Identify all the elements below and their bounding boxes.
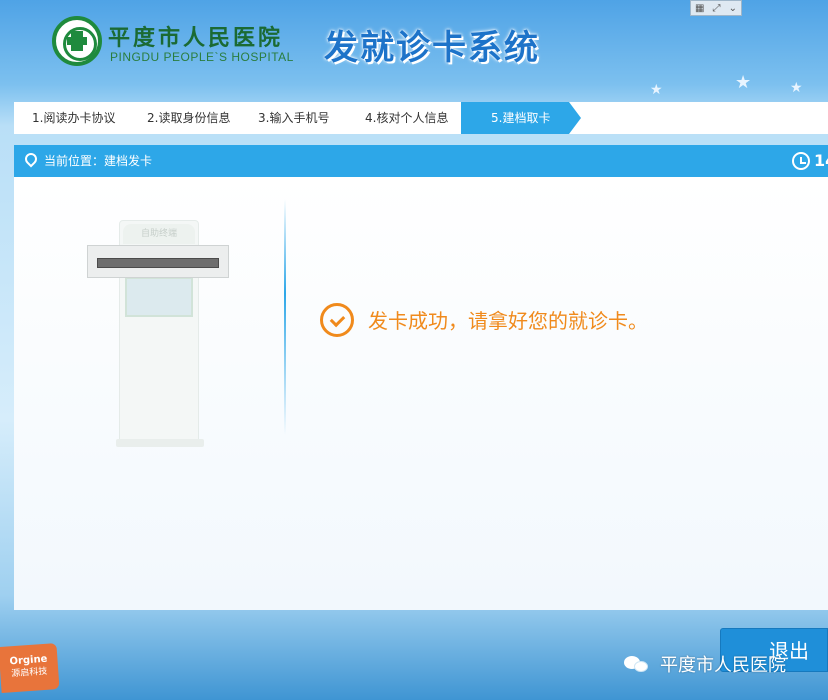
alarm-clock-icon <box>792 152 810 170</box>
success-check-icon <box>320 303 354 337</box>
step-progress-bar: 1.阅读办卡协议 2.读取身份信息 3.输入手机号 4.核对个人信息 5.建档取… <box>14 102 828 134</box>
hospital-name-cn: 平度市人民医院 <box>108 25 284 51</box>
countdown-timer: 14 <box>814 151 828 170</box>
kiosk-base <box>116 439 204 447</box>
card-slot-slit <box>97 258 219 268</box>
card-slot-illustration <box>87 245 229 278</box>
location-bar: 当前位置：建档发卡 14 <box>14 145 828 177</box>
step-1: 1.阅读办卡协议 <box>32 111 116 125</box>
fullscreen-icon[interactable]: ⤢ <box>713 3 721 14</box>
kiosk-screen <box>125 277 193 317</box>
kiosk-label: 自助终端 <box>123 224 195 244</box>
star-decoration-icon: ★ <box>735 72 752 93</box>
wechat-icon <box>624 654 650 674</box>
current-location: 当前位置：建档发卡 <box>44 154 153 168</box>
hospital-logo-icon <box>52 16 102 66</box>
brand-badge: Orgine 源启科技 <box>0 643 60 693</box>
star-decoration-icon: ★ <box>790 80 803 96</box>
step-3: 3.输入手机号 <box>258 111 330 125</box>
step-4: 4.核对个人信息 <box>365 111 449 125</box>
keyboard-icon[interactable]: ▦ <box>695 3 704 14</box>
window-controls[interactable]: ▦ ⤢ ⌄ <box>690 0 742 16</box>
step-2: 2.读取身份信息 <box>147 111 231 125</box>
success-message: 发卡成功，请拿好您的就诊卡。 <box>368 309 648 333</box>
main-panel: 自助终端 发卡成功，请拿好您的就诊卡。 <box>14 177 828 610</box>
vertical-divider <box>284 199 286 435</box>
location-pin-icon <box>22 150 40 168</box>
wechat-watermark: 平度市人民医院 <box>660 655 786 676</box>
step-5-active: 5.建档取卡 <box>461 102 581 134</box>
brand-badge-cn: 源启科技 <box>11 666 48 680</box>
chevron-down-icon[interactable]: ⌄ <box>729 3 737 14</box>
header: 平度市人民医院 PINGDU PEOPLE`S HOSPITAL 发就诊卡系统 … <box>0 0 828 100</box>
hospital-name-en: PINGDU PEOPLE`S HOSPITAL <box>110 50 294 64</box>
system-title: 发就诊卡系统 <box>324 28 540 68</box>
star-decoration-icon: ★ <box>650 82 663 98</box>
